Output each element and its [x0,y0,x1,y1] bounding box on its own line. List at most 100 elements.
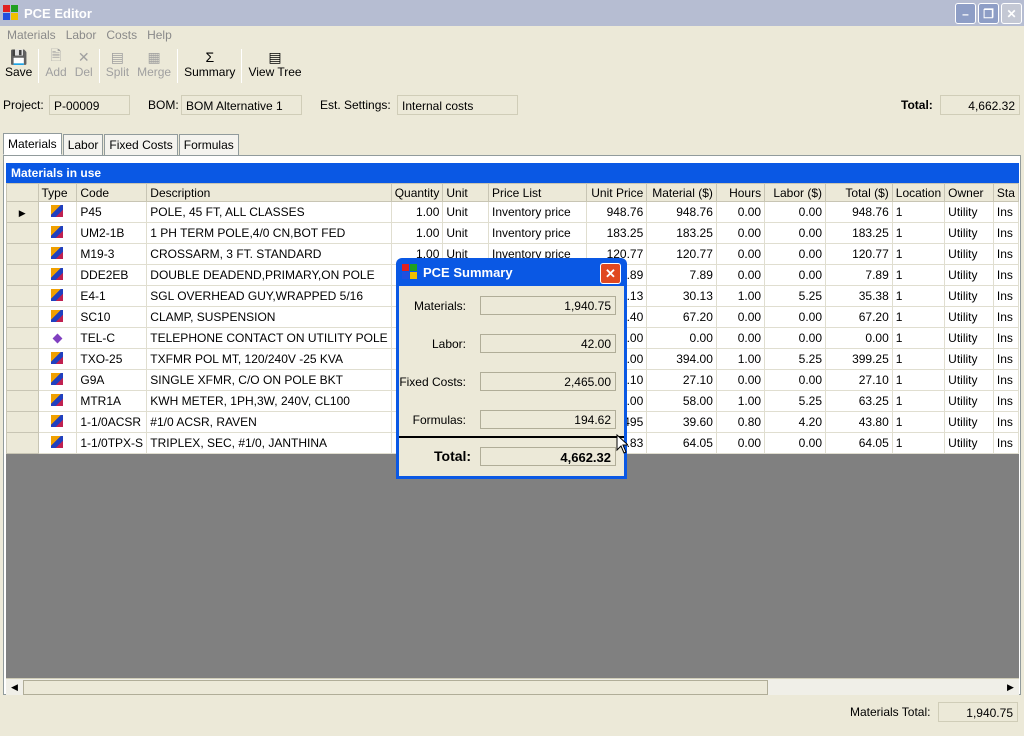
menu-help[interactable]: Help [142,28,177,42]
project-field[interactable]: P-00009 [49,95,130,115]
cell-sta[interactable]: Ins [992,264,1019,286]
menu-costs[interactable]: Costs [101,28,142,42]
cell-owner[interactable]: Utility [944,390,994,412]
cell-labor[interactable]: 0.00 [764,327,827,349]
cell-location[interactable]: 1 [891,264,946,286]
cell-location[interactable]: 1 [891,348,946,370]
cell-sta[interactable]: Ins [992,285,1019,307]
cell-code[interactable]: M19-3 [76,243,148,265]
cell-sta[interactable]: Ins [992,327,1019,349]
row-header[interactable] [6,222,39,244]
cell-total[interactable]: 27.10 [825,369,893,391]
row-header[interactable] [6,327,39,349]
cell-description[interactable]: SINGLE XFMR, C/O ON POLE BKT [146,369,392,391]
view-tree-button[interactable]: ▤ View Tree [244,46,305,80]
cell-total[interactable]: 120.77 [825,243,893,265]
bom-field[interactable]: BOM Alternative 1 [181,95,302,115]
cell-labor[interactable]: 0.00 [764,369,827,391]
cell-total[interactable]: 183.25 [825,222,893,244]
cell-owner[interactable]: Utility [944,411,994,433]
cell-description[interactable]: #1/0 ACSR, RAVEN [146,411,392,433]
cell-total[interactable]: 948.76 [825,201,893,223]
merge-button[interactable]: ▦ Merge [133,46,175,80]
horizontal-scrollbar[interactable]: ◀ ▶ [6,678,1019,695]
cell-sta[interactable]: Ins [992,222,1019,244]
cell-code[interactable]: TEL-C [76,327,148,349]
maximize-button[interactable]: ❐ [978,3,999,24]
cell-material[interactable]: 27.10 [646,369,717,391]
cell-sta[interactable]: Ins [992,432,1019,454]
column-header-unit[interactable]: Unit [442,183,489,202]
cell-location[interactable]: 1 [891,327,946,349]
cell-description[interactable]: TELEPHONE CONTACT ON UTILITY POLE [146,327,392,349]
cell-sta[interactable]: Ins [992,390,1019,412]
column-header-unit-price[interactable]: Unit Price [586,183,648,202]
column-header-location[interactable]: Location [891,183,946,202]
cell-material[interactable]: 58.00 [646,390,717,412]
cell-code[interactable]: 1-1/0TPX-S [76,432,148,454]
cell-labor[interactable]: 5.25 [764,348,827,370]
cell-sta[interactable]: Ins [992,369,1019,391]
split-button[interactable]: ▤ Split [102,46,133,80]
cell-location[interactable]: 1 [891,222,946,244]
cell-code[interactable]: DDE2EB [76,264,148,286]
row-header[interactable] [6,390,39,412]
cell-material[interactable]: 39.60 [646,411,717,433]
cell-total[interactable]: 43.80 [825,411,893,433]
row-header[interactable] [6,243,39,265]
cell-labor[interactable]: 0.00 [764,264,827,286]
cell-unit-price[interactable]: 948.76 [586,201,648,223]
cell-sta[interactable]: Ins [992,306,1019,328]
cell-code[interactable]: SC10 [76,306,148,328]
cell-unit[interactable]: Unit [442,222,489,244]
tab-labor[interactable]: Labor [62,134,104,155]
cell-owner[interactable]: Utility [944,327,994,349]
cell-location[interactable]: 1 [891,390,946,412]
row-header[interactable] [6,369,39,391]
tab-materials[interactable]: Materials [3,133,62,155]
cell-description[interactable]: SGL OVERHEAD GUY,WRAPPED 5/16 [146,285,392,307]
cell-owner[interactable]: Utility [944,306,994,328]
cell-owner[interactable]: Utility [944,201,994,223]
cell-price-list[interactable]: Inventory price [487,222,588,244]
row-header[interactable] [6,264,39,286]
scroll-right-icon[interactable]: ▶ [1002,679,1019,696]
cell-material[interactable]: 183.25 [646,222,717,244]
cell-quantity[interactable]: 1.00 [390,201,444,223]
cell-owner[interactable]: Utility [944,222,994,244]
cell-owner[interactable]: Utility [944,243,994,265]
cell-code[interactable]: UM2-1B [76,222,148,244]
cell-labor[interactable]: 5.25 [764,285,827,307]
row-header[interactable] [6,348,39,370]
cell-code[interactable]: G9A [76,369,148,391]
cell-location[interactable]: 1 [891,201,946,223]
column-header-total[interactable]: Total ($) [825,183,893,202]
cell-total[interactable]: 67.20 [825,306,893,328]
cell-total[interactable]: 0.00 [825,327,893,349]
cell-material[interactable]: 30.13 [646,285,717,307]
cell-code[interactable]: TXO-25 [76,348,148,370]
cell-hours[interactable]: 1.00 [715,390,766,412]
cell-total[interactable]: 35.38 [825,285,893,307]
cell-sta[interactable]: Ins [992,201,1019,223]
cell-location[interactable]: 1 [891,306,946,328]
cell-description[interactable]: CLAMP, SUSPENSION [146,306,392,328]
cell-code[interactable]: 1-1/0ACSR [76,411,148,433]
cell-sta[interactable]: Ins [992,243,1019,265]
column-header-owner[interactable]: Owner [944,183,994,202]
cell-description[interactable]: TRIPLEX, SEC, #1/0, JANTHINA [146,432,392,454]
cell-location[interactable]: 1 [891,432,946,454]
column-header-material[interactable]: Material ($) [646,183,717,202]
cell-description[interactable]: KWH METER, 1PH,3W, 240V, CL100 [146,390,392,412]
cell-sta[interactable]: Ins [992,411,1019,433]
column-header-hours[interactable]: Hours [715,183,766,202]
cell-location[interactable]: 1 [891,369,946,391]
cell-total[interactable]: 399.25 [825,348,893,370]
cell-price-list[interactable]: Inventory price [487,201,588,223]
cell-labor[interactable]: 4.20 [764,411,827,433]
row-header[interactable] [6,285,39,307]
cell-hours[interactable]: 0.00 [715,264,766,286]
tab-fixed-costs[interactable]: Fixed Costs [104,134,178,155]
cell-labor[interactable]: 0.00 [764,432,827,454]
cell-location[interactable]: 1 [891,285,946,307]
